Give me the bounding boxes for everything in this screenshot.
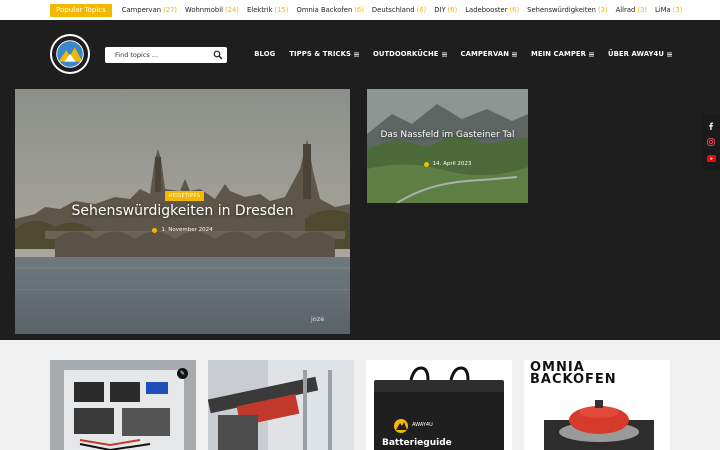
post-date: 1. November 2024 <box>15 227 350 233</box>
main-nav: BLOG TIPPS & TRICKS OUTDOORKÜCHE CAMPERV… <box>240 50 672 58</box>
topic-name: Campervan <box>121 6 162 14</box>
topic-count: (3) <box>637 6 647 14</box>
post-card-elektrik[interactable]: ✎ <box>50 360 196 450</box>
topic-count: (3) <box>672 6 683 14</box>
topic-count: (6) <box>416 6 427 14</box>
topic-name: Sehenswürdigkeiten <box>527 6 596 14</box>
card-brand: AWAY4U <box>412 422 433 428</box>
post-card-diy[interactable] <box>208 360 354 450</box>
featured-post-nassfeld[interactable]: Das Nassfeld im Gasteiner Tal 14. April … <box>367 89 528 203</box>
instagram-icon[interactable] <box>706 137 716 147</box>
topic-count: (6) <box>509 6 520 14</box>
youtube-icon[interactable] <box>706 153 716 163</box>
nav-label: BLOG <box>254 50 276 58</box>
topic-name: DIY <box>434 6 446 14</box>
post-thumbnail <box>208 360 354 450</box>
topic-name: Wohnmobil <box>185 6 223 14</box>
topic-name: Deutschland <box>371 6 415 14</box>
nav-tipps-tricks[interactable]: TIPPS & TRICKS <box>289 50 359 58</box>
topic-link-wohnmobil[interactable]: Wohnmobil (24) <box>185 6 239 14</box>
logo-mountain-icon <box>51 35 89 73</box>
nav-campervan[interactable]: CAMPERVAN <box>461 50 518 58</box>
topic-link-lima[interactable]: LiMa (3) <box>655 6 682 14</box>
topic-name: Elektrik <box>246 6 273 14</box>
site-logo[interactable] <box>50 34 90 74</box>
pin-icon: ✎ <box>177 368 188 379</box>
topic-link-diy[interactable]: DIY (6) <box>434 6 457 14</box>
nav-outdoorkueche[interactable]: OUTDOORKÜCHE <box>373 50 447 58</box>
post-thumbnail <box>50 360 196 450</box>
card-title-line2: BACKOFEN <box>530 372 617 387</box>
topic-link-omnia[interactable]: Omnia Backofen (6) <box>296 6 363 14</box>
topic-link-campervan[interactable]: Campervan (27) <box>122 6 177 14</box>
post-date: 14. April 2023 <box>367 161 528 167</box>
clock-icon <box>423 161 429 167</box>
post-date-text: 1. November 2024 <box>161 227 213 233</box>
topic-link-ladebooster[interactable]: Ladebooster (6) <box>465 6 519 14</box>
nav-mein-camper[interactable]: MEIN CAMPER <box>531 50 595 58</box>
topic-count: (3) <box>597 6 608 14</box>
post-card-omnia[interactable]: OMNIA BACKOFEN <box>524 360 670 450</box>
nav-ueber-away4u[interactable]: ÜBER AWAY4U <box>608 50 672 58</box>
nav-label: CAMPERVAN <box>460 50 510 58</box>
nav-label: MEIN CAMPER <box>531 50 587 58</box>
topic-link-allrad[interactable]: Allrad (3) <box>616 6 647 14</box>
post-thumbnail <box>366 360 512 450</box>
topic-name: Omnia Backofen <box>296 6 353 14</box>
post-title[interactable]: Sehenswürdigkeiten in Dresden <box>15 203 350 219</box>
topic-link-sehenswuerdigkeiten[interactable]: Sehenswürdigkeiten (3) <box>527 6 607 14</box>
search-box[interactable] <box>105 47 227 63</box>
menu-lines-icon <box>441 52 447 56</box>
menu-lines-icon <box>589 52 595 56</box>
popular-topics-label: Popular Topics <box>50 3 112 17</box>
post-title[interactable]: Das Nassfeld im Gasteiner Tal <box>379 128 516 142</box>
topic-name: Ladebooster <box>465 6 508 14</box>
featured-post-dresden[interactable]: REISETIPPS Sehenswürdigkeiten in Dresden… <box>15 89 350 334</box>
topic-link-elektrik[interactable]: Elektrik (15) <box>247 6 289 14</box>
topic-count: (6) <box>447 6 458 14</box>
menu-lines-icon <box>667 52 672 56</box>
nassfeld-photo <box>367 89 528 203</box>
search-icon[interactable] <box>213 50 223 60</box>
topic-count: (6) <box>354 6 364 14</box>
card-label: Batterieguide <box>382 438 452 448</box>
topic-count: (24) <box>224 6 239 14</box>
menu-lines-icon <box>512 52 518 56</box>
post-date-text: 14. April 2023 <box>432 161 472 167</box>
post-card-batterieguide[interactable]: AWAY4U Batterieguide <box>366 360 512 450</box>
nav-label: OUTDOORKÜCHE <box>372 50 439 58</box>
nav-blog[interactable]: BLOG <box>254 50 275 58</box>
topic-link-deutschland[interactable]: Deutschland (6) <box>372 6 426 14</box>
social-sidebar <box>702 114 720 170</box>
topic-count: (15) <box>274 6 289 14</box>
popular-topics-bar: Popular Topics Campervan (27) Wohnmobil (2… <box>0 0 720 20</box>
topic-count: (27) <box>163 6 178 14</box>
category-badge[interactable]: REISETIPPS <box>165 191 205 201</box>
nav-label: ÜBER AWAY4U <box>608 50 664 58</box>
menu-lines-icon <box>353 52 359 56</box>
topic-name: Allrad <box>615 6 636 14</box>
facebook-icon[interactable] <box>706 121 716 131</box>
topic-name: LiMa <box>654 6 671 14</box>
post-grid-section: ✎ AWAY4U Batterieguide OMNIA BACKOFEN <box>0 340 720 450</box>
clock-icon <box>152 227 158 233</box>
search-input[interactable] <box>105 51 205 59</box>
nav-label: TIPPS & TRICKS <box>289 50 351 58</box>
site-header: BLOG TIPPS & TRICKS OUTDOORKÜCHE CAMPERV… <box>0 20 720 90</box>
photo-credit: joze <box>311 315 325 323</box>
